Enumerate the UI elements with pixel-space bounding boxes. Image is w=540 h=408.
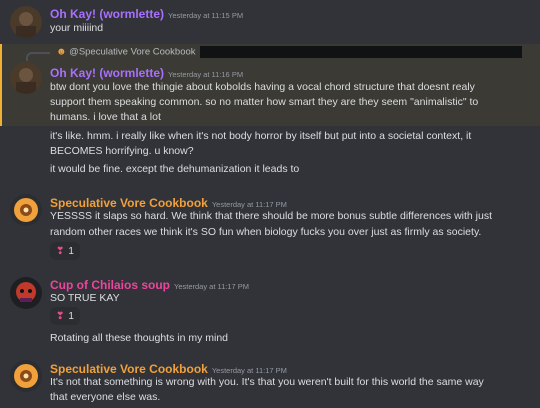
timestamp: Yesterday at 11:17 PM <box>211 366 287 375</box>
avatar[interactable] <box>10 6 42 38</box>
avatar[interactable] <box>10 360 42 392</box>
avatar[interactable] <box>10 194 42 226</box>
message-text: random other races we think it's SO fun … <box>50 226 482 238</box>
reply-spine <box>26 52 50 61</box>
message-text: it would be fine. except the dehumanizat… <box>50 163 300 175</box>
message-text: that everyone else was. <box>50 391 161 403</box>
reply-preview[interactable]: ☻ @Speculative Vore Cookbook <box>56 46 522 58</box>
reply-avatar-icon: ☻ <box>56 46 67 58</box>
message-text: humans. i love that a lot <box>50 111 161 123</box>
message-text: btw dont you love the thingie about kobo… <box>50 81 475 93</box>
reaction-count: 1 <box>68 245 74 257</box>
timestamp: Yesterday at 11:17 PM <box>211 200 287 209</box>
message-text: It's not that something is wrong with yo… <box>50 376 484 388</box>
message-text: SO TRUE KAY <box>50 292 120 304</box>
heart-exclamation-icon: ❣ <box>56 245 65 257</box>
author-name[interactable]: Speculative Vore Cookbook <box>50 196 208 210</box>
author-name[interactable]: Speculative Vore Cookbook <box>50 362 208 376</box>
author-name[interactable]: Oh Kay! (wormlette) <box>50 7 164 21</box>
avatar[interactable] <box>10 277 42 309</box>
avatar[interactable] <box>10 62 42 94</box>
timestamp: Yesterday at 11:15 PM <box>168 11 244 20</box>
message-text: BECOMES horrifying. u know? <box>50 145 194 157</box>
reaction-button[interactable]: ❣ 1 <box>50 242 80 260</box>
message-text: support them speaking common. so no matt… <box>50 96 479 108</box>
message-text: your miiiind <box>50 22 104 34</box>
timestamp: Yesterday at 11:16 PM <box>168 70 244 79</box>
redacted-block <box>199 46 522 58</box>
reaction-count: 1 <box>68 310 74 322</box>
timestamp: Yesterday at 11:17 PM <box>174 282 250 291</box>
message-text: YESSSS it slaps so hard. We think that t… <box>50 210 493 222</box>
heart-exclamation-icon: ❣ <box>56 310 65 322</box>
reply-author: @Speculative Vore Cookbook <box>69 46 196 58</box>
message-text: Rotating all these thoughts in my mind <box>50 332 229 344</box>
message-text: it's like. hmm. i really like when it's … <box>50 130 472 142</box>
author-name[interactable]: Oh Kay! (wormlette) <box>50 66 164 80</box>
reaction-button[interactable]: ❣ 1 <box>50 307 80 325</box>
author-name[interactable]: Cup of Chilaios soup <box>50 278 170 292</box>
